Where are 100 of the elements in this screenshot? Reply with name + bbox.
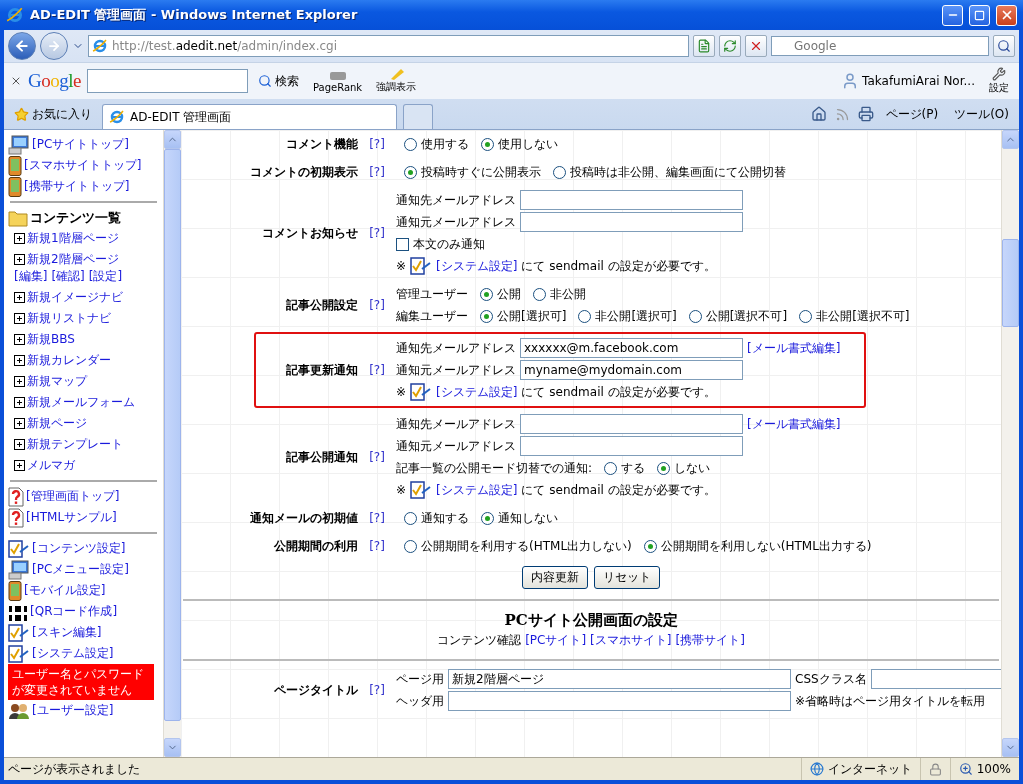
sidebar-link[interactable]: [PCメニュー設定]	[32, 561, 129, 578]
action-link[interactable]: [編集]	[14, 268, 48, 285]
input-field[interactable]: 新規2階層ページ	[448, 669, 791, 689]
radio-button[interactable]	[799, 309, 813, 323]
radio-button[interactable]	[643, 539, 657, 553]
expand-icon[interactable]	[14, 460, 25, 471]
sidebar-link[interactable]: [コンテンツ設定]	[32, 540, 126, 557]
help-link[interactable]: [?]	[358, 363, 396, 377]
help-link[interactable]: [?]	[358, 165, 396, 179]
expand-icon[interactable]	[14, 334, 25, 345]
lock-icon[interactable]	[928, 762, 942, 776]
address-field[interactable]: http://test.adedit.net/admin/index.cgi	[88, 35, 689, 57]
radio-button[interactable]	[657, 461, 671, 475]
system-settings-link[interactable]: [システム設定]	[436, 481, 518, 499]
radio-button[interactable]	[604, 461, 618, 475]
expand-icon[interactable]	[14, 439, 25, 450]
highlight-button[interactable]: 強調表示	[372, 66, 421, 96]
site-link[interactable]: [スマホサイト]	[590, 632, 672, 649]
sidebar-link[interactable]: [管理画面トップ]	[26, 488, 120, 505]
close-button[interactable]	[996, 4, 1017, 26]
toolbar-search-field[interactable]	[86, 69, 248, 93]
home-icon[interactable]	[810, 106, 827, 122]
radio-button[interactable]	[578, 309, 592, 323]
radio-button[interactable]	[553, 165, 566, 179]
radio-button[interactable]	[481, 511, 494, 525]
help-link[interactable]: [?]	[358, 683, 396, 697]
input-field[interactable]: myname@mydomain.com	[520, 360, 743, 380]
zoom-button[interactable]: 100%	[949, 758, 1019, 780]
tree-item-link[interactable]: 新規1階層ページ	[27, 230, 119, 247]
site-link[interactable]: [携帯サイト]	[675, 632, 745, 649]
tree-item-link[interactable]: 新規イメージナビ	[27, 289, 123, 306]
expand-icon[interactable]	[14, 233, 25, 244]
print-icon[interactable]	[857, 106, 874, 122]
pagerank-button[interactable]: PageRank	[308, 67, 367, 95]
expand-icon[interactable]	[14, 376, 25, 387]
tree-item-link[interactable]: 新規BBS	[27, 331, 75, 348]
radio-button[interactable]	[480, 287, 493, 301]
sidebar-link[interactable]: [HTMLサンプル]	[26, 509, 117, 526]
input-field[interactable]	[448, 691, 791, 711]
expand-icon[interactable]	[14, 355, 25, 366]
sidebar-link[interactable]: [携帯サイトトップ]	[24, 178, 130, 195]
browser-tab[interactable]: AD-EDIT 管理画面	[102, 104, 397, 129]
expand-icon[interactable]	[14, 418, 25, 429]
sidebar-link[interactable]: [QRコード作成]	[30, 603, 118, 620]
back-button[interactable]	[8, 32, 36, 60]
expand-icon[interactable]	[14, 292, 25, 303]
search-button[interactable]	[993, 35, 1015, 57]
sidebar-link[interactable]: [スマホサイトトップ]	[24, 157, 142, 174]
template-edit-link[interactable]: [メール書式編集]	[747, 339, 841, 357]
sidebar-link[interactable]: [PCサイトトップ]	[32, 136, 129, 153]
help-link[interactable]: [?]	[358, 298, 396, 312]
search-field[interactable]: Google	[771, 36, 989, 56]
form-button[interactable]: 内容更新	[522, 566, 588, 589]
scroll-thumb[interactable]	[1002, 239, 1019, 327]
favorites-button[interactable]: お気に入り	[10, 103, 96, 125]
radio-button[interactable]	[688, 309, 702, 323]
forward-button[interactable]	[40, 32, 68, 60]
refresh-button[interactable]	[719, 35, 741, 57]
close-toolbar-icon[interactable]	[10, 75, 22, 87]
toolbar-search-button[interactable]: 検索	[253, 70, 303, 92]
form-button[interactable]: リセット	[594, 566, 660, 589]
tree-item-link[interactable]: 新規マップ	[27, 373, 87, 390]
menu-button[interactable]: ページ(P)	[881, 103, 943, 125]
action-link[interactable]: [設定]	[88, 268, 123, 285]
help-link[interactable]: [?]	[358, 137, 396, 151]
expand-icon[interactable]	[14, 397, 25, 408]
radio-button[interactable]	[404, 165, 417, 179]
tree-item-link[interactable]: 新規2階層ページ	[27, 251, 119, 268]
radio-button[interactable]	[404, 137, 417, 151]
account-button[interactable]: TakafumiArai Nor...	[837, 70, 979, 92]
input-field[interactable]	[520, 190, 743, 210]
tree-item-link[interactable]: 新規カレンダー	[27, 352, 111, 369]
sidebar-link[interactable]: [モバイル設定]	[24, 582, 106, 599]
help-link[interactable]: [?]	[358, 511, 396, 525]
scrollbar[interactable]	[1001, 130, 1019, 757]
tree-item-link[interactable]: 新規テンプレート	[27, 436, 123, 453]
help-link[interactable]: [?]	[358, 450, 396, 464]
input-field[interactable]: xxxxxx@m.facebook.com	[520, 338, 743, 358]
settings-button[interactable]: 設定	[985, 65, 1013, 97]
system-settings-link[interactable]: [システム設定]	[436, 257, 518, 275]
action-link[interactable]: [確認]	[51, 268, 85, 285]
help-link[interactable]: [?]	[358, 539, 396, 553]
sidebar-link[interactable]: [スキン編集]	[32, 624, 102, 641]
radio-button[interactable]	[404, 539, 417, 553]
stop-button[interactable]	[745, 35, 767, 57]
input-field[interactable]	[520, 436, 743, 456]
radio-button[interactable]	[533, 287, 546, 301]
template-edit-link[interactable]: [メール書式編集]	[747, 415, 841, 433]
input-field[interactable]	[870, 669, 1001, 689]
minimize-button[interactable]	[942, 4, 963, 26]
input-field[interactable]	[520, 414, 743, 434]
help-link[interactable]: [?]	[358, 226, 396, 240]
tree-item-link[interactable]: 新規ページ	[27, 415, 87, 432]
system-settings-link[interactable]: [システム設定]	[436, 383, 518, 401]
expand-icon[interactable]	[14, 313, 25, 324]
radio-button[interactable]	[481, 137, 494, 151]
input-field[interactable]	[520, 212, 743, 232]
compatibility-button[interactable]	[693, 35, 715, 57]
menu-button[interactable]: ツール(O)	[950, 103, 1013, 125]
sidebar-link[interactable]: [システム設定]	[32, 645, 114, 662]
